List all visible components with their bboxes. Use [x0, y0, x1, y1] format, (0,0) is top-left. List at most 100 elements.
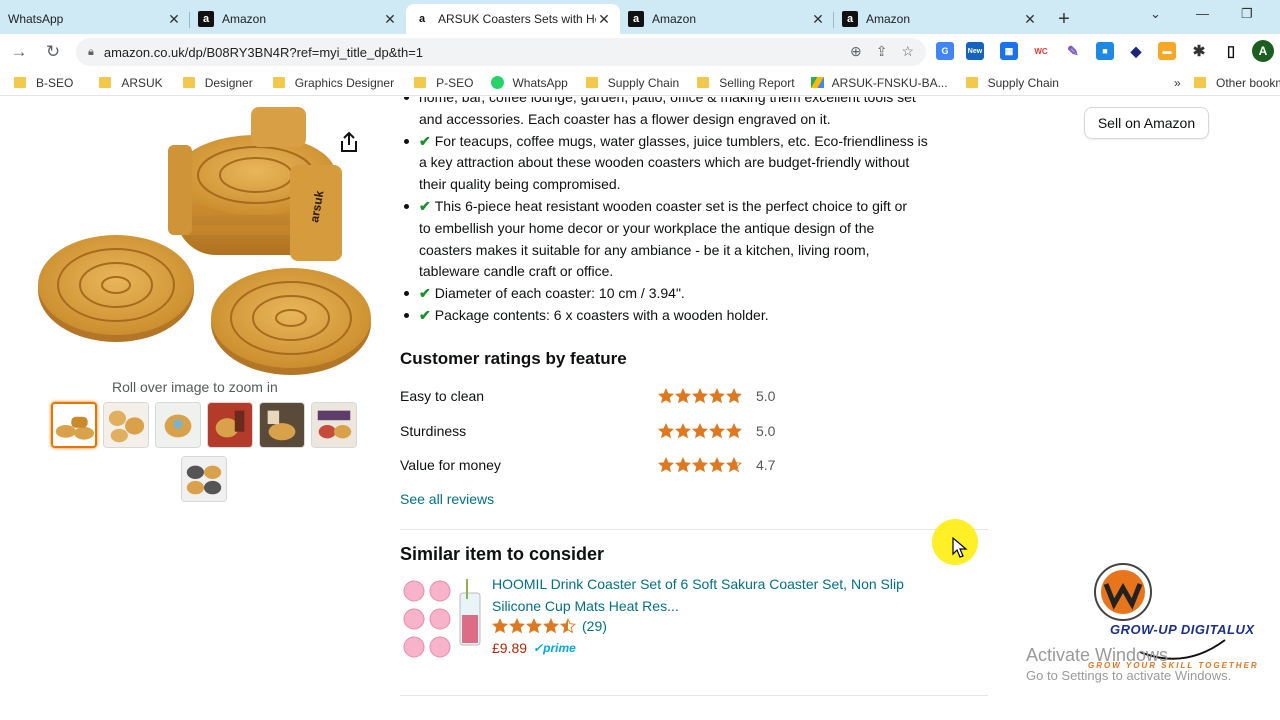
folder-icon — [99, 77, 112, 88]
forward-icon[interactable]: → — [4, 42, 34, 62]
thumbnail-1[interactable] — [51, 402, 97, 448]
bookmark-graphics-designer[interactable]: Graphics Designer — [272, 76, 394, 90]
folder-icon — [272, 77, 285, 88]
browser-toolbar: → ↻ 🔒︎ amazon.co.uk/dp/B08RY3BN4R?ref=my… — [0, 34, 1280, 70]
bookmark-arsuk[interactable]: ARSUK — [99, 76, 163, 90]
star-icon — [675, 388, 691, 404]
tab-whatsapp[interactable]: WhatsApp ✕ — [0, 4, 190, 34]
close-icon[interactable]: ✕ — [1022, 11, 1038, 28]
reload-icon[interactable]: ↻ — [38, 42, 68, 62]
star-icon — [658, 388, 674, 404]
amazon-icon: a — [414, 11, 430, 27]
pen-extension-icon[interactable]: ✎ — [1064, 42, 1082, 60]
restore-icon[interactable]: ❐ — [1241, 6, 1253, 22]
star-icon — [692, 457, 708, 473]
tab-search-chevron-icon[interactable]: ⌄ — [1150, 6, 1161, 22]
bullet-item: home, bar, coffee lounge, garden, patio,… — [400, 97, 990, 131]
close-icon[interactable]: ✕ — [596, 11, 612, 28]
bookmark-supply-chain[interactable]: Supply Chain — [585, 76, 679, 90]
star-icon — [709, 457, 725, 473]
amazon-icon: a — [842, 11, 858, 27]
whatsapp-icon — [491, 76, 505, 89]
watermark-brand: GROW-UP DIGITALUX — [1110, 622, 1255, 637]
mouse-cursor-icon — [952, 537, 968, 558]
star-icon — [709, 388, 725, 404]
checkmark-icon: ✔ — [419, 306, 431, 323]
thumbnail-2[interactable] — [103, 402, 149, 448]
bullet-item: ✔ Package contents: 6 x coasters with a w… — [400, 305, 990, 327]
page-content: arsuk Roll over image to zoom in home, b… — [0, 97, 1280, 720]
news-extension-icon[interactable]: New — [966, 42, 984, 60]
sidepanel-icon[interactable]: ▯ — [1222, 42, 1240, 60]
feature-score: 4.7 — [756, 457, 776, 473]
zoom-icon[interactable]: ⊕ — [850, 43, 862, 60]
tab-title: Amazon — [652, 12, 697, 26]
feature-score: 5.0 — [756, 388, 776, 404]
bookmark-designer[interactable]: Designer — [182, 76, 253, 90]
tab-title: Amazon — [222, 12, 267, 26]
star-icon — [560, 618, 576, 634]
bookmark-b-seo[interactable]: B-SEO — [14, 76, 73, 90]
thumbnail-6[interactable] — [311, 402, 357, 448]
product-main-image[interactable]: arsuk — [36, 105, 376, 375]
wc-extension-icon[interactable]: WC — [1032, 42, 1050, 60]
puzzle-extensions-icon[interactable]: ✱ — [1190, 42, 1208, 60]
diamond-extension-icon[interactable]: ◆ — [1127, 42, 1145, 60]
star-icon — [658, 457, 674, 473]
bookmark-star-icon[interactable]: ☆ — [901, 43, 914, 60]
tab-arsuk-coasters[interactable]: a ARSUK Coasters Sets with Ho ✕ — [406, 4, 620, 34]
close-icon[interactable]: ✕ — [382, 11, 398, 28]
similar-item-rating[interactable]: (29) — [492, 618, 607, 634]
similar-item-heading: Similar item to consider — [400, 544, 605, 564]
share-page-icon[interactable]: ⇪ — [876, 43, 888, 60]
bookmark-supply-chain-2[interactable]: Supply Chain — [965, 76, 1059, 90]
folder-extension-icon[interactable]: ▬ — [1158, 42, 1176, 60]
profile-avatar[interactable]: A — [1252, 40, 1274, 62]
translate-extension-icon[interactable]: G — [936, 42, 954, 60]
feature-label: Sturdiness — [400, 423, 467, 439]
star-icon — [492, 618, 508, 634]
similar-item-price: £9.89 ✓prime — [492, 640, 576, 656]
tab-title: WhatsApp — [8, 12, 64, 26]
thumbnail-4[interactable] — [207, 402, 253, 448]
bookmark-fnsku[interactable]: ARSUK-FNSKU-BA... — [810, 76, 948, 90]
thumbnail-5[interactable] — [259, 402, 305, 448]
feature-score: 5.0 — [756, 423, 776, 439]
bookmark-p-seo[interactable]: P-SEO — [414, 76, 473, 90]
feature-bullets: home, bar, coffee lounge, garden, patio,… — [400, 97, 990, 327]
zoom-hint: Roll over image to zoom in — [112, 379, 278, 395]
star-icon — [675, 457, 691, 473]
sell-on-amazon-button[interactable]: Sell on Amazon — [1084, 107, 1209, 139]
close-icon[interactable]: ✕ — [810, 11, 826, 28]
tab-amazon-1[interactable]: a Amazon ✕ — [190, 4, 406, 34]
folder-icon — [585, 77, 598, 88]
bookmarks-overflow-button[interactable]: » — [1174, 76, 1181, 90]
similar-item-image[interactable] — [400, 575, 490, 665]
divider — [400, 695, 988, 696]
bookmark-whatsapp[interactable]: WhatsApp — [491, 76, 568, 90]
address-bar[interactable]: 🔒︎ amazon.co.uk/dp/B08RY3BN4R?ref=myi_ti… — [76, 38, 926, 66]
bookmark-other[interactable]: Other bookmarks — [1194, 76, 1280, 90]
tab-amazon-2[interactable]: a Amazon ✕ — [620, 4, 834, 34]
lock-icon: 🔒︎ — [88, 45, 94, 58]
star-icon — [526, 618, 542, 634]
close-icon[interactable]: ✕ — [166, 11, 182, 28]
share-icon[interactable] — [332, 125, 366, 159]
grid-extension-icon[interactable]: ▦ — [1000, 42, 1018, 60]
bookmark-selling-report[interactable]: Selling Report — [697, 76, 795, 90]
bookmarks-bar: B-SEO ARSUK Designer Graphics Designer P… — [0, 70, 1280, 96]
thumbnail-7[interactable] — [181, 456, 227, 502]
thumbnail-3[interactable] — [155, 402, 201, 448]
square-extension-icon[interactable]: ■ — [1096, 42, 1114, 60]
tab-amazon-3[interactable]: a Amazon ✕ — [834, 4, 1046, 34]
bullet-item: ✔ This 6-piece heat resistant wooden coas… — [400, 196, 990, 283]
star-icon — [675, 423, 691, 439]
star-icon — [709, 423, 725, 439]
star-icon — [692, 423, 708, 439]
folder-icon — [1194, 77, 1206, 88]
star-icon — [726, 457, 742, 473]
minimize-icon[interactable]: — — [1196, 6, 1209, 21]
similar-item-title-link[interactable]: HOOMIL Drink Coaster Set of 6 Soft Sakur… — [492, 573, 972, 617]
new-tab-button[interactable]: + — [1046, 4, 1082, 34]
see-all-reviews-link[interactable]: See all reviews — [400, 491, 494, 507]
